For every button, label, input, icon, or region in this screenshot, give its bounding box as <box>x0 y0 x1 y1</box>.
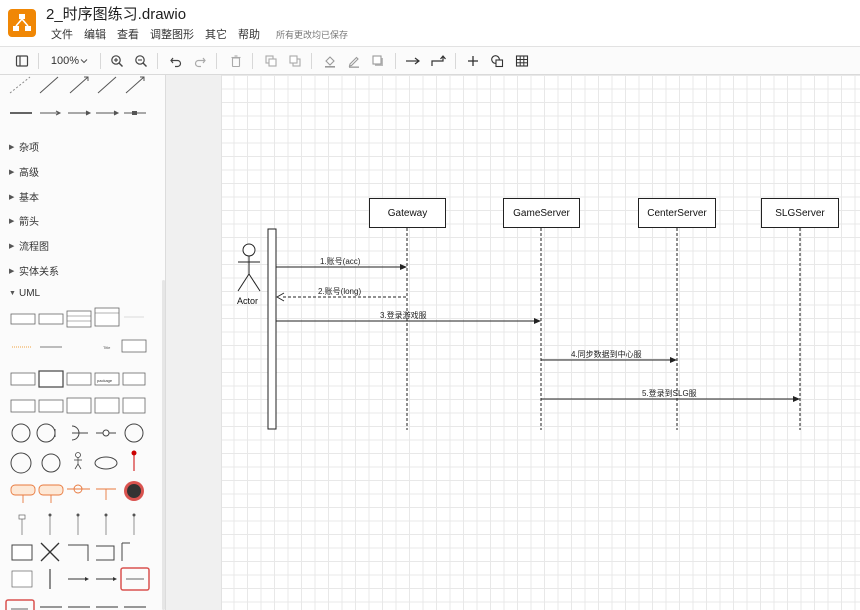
uml-shapes-palette[interactable]: Title package <box>0 303 160 610</box>
actor-figure <box>237 243 261 292</box>
svg-text:Title: Title <box>103 345 111 350</box>
caret-right-icon: ▶ <box>9 168 15 176</box>
caret-right-icon: ▶ <box>9 143 15 151</box>
zoom-dropdown[interactable]: 100% <box>48 52 92 70</box>
chevron-down-icon <box>80 59 88 64</box>
message-2-label[interactable]: 2.账号(long) <box>318 286 361 297</box>
line-color-icon[interactable] <box>345 52 363 70</box>
toolbar: 100% <box>0 46 860 75</box>
section-advanced[interactable]: ▶ 高级 <box>9 164 39 179</box>
section-misc[interactable]: ▶ 杂项 <box>9 139 39 154</box>
drawio-app: 2_时序图练习.drawio 文件 编辑 查看 调整图形 其它 帮助 所有更改均… <box>0 0 860 610</box>
section-label: 箭头 <box>19 217 39 228</box>
save-status[interactable]: 所有更改均已保存 <box>276 28 348 41</box>
drawio-logo[interactable] <box>8 9 36 37</box>
to-front-icon[interactable] <box>262 52 280 70</box>
connector-shapes-palette[interactable] <box>0 75 160 123</box>
caret-right-icon: ▶ <box>9 217 15 225</box>
caret-right-icon: ▶ <box>9 242 15 250</box>
section-label: 实体关系 <box>19 267 59 278</box>
insert-plus-icon[interactable] <box>464 52 482 70</box>
message-5-label[interactable]: 5.登录到SLG服 <box>642 388 697 399</box>
redo-icon[interactable] <box>191 52 209 70</box>
sidebar-toggle-icon[interactable] <box>13 52 31 70</box>
menu-view[interactable]: 查看 <box>117 26 139 42</box>
section-uml[interactable]: ▼ UML <box>9 288 40 299</box>
menu-help[interactable]: 帮助 <box>238 26 260 42</box>
diagram-canvas[interactable]: Gateway GameServer CenterServer SLGServe… <box>166 75 860 610</box>
caret-right-icon: ▶ <box>9 193 15 201</box>
section-label: 杂项 <box>19 143 39 154</box>
caret-down-icon: ▼ <box>9 290 16 297</box>
toolbar-divider <box>311 53 312 69</box>
connection-arrow-icon[interactable] <box>404 52 422 70</box>
zoom-out-icon[interactable] <box>132 52 150 70</box>
message-1-label[interactable]: 1.账号(acc) <box>320 256 360 267</box>
actor-activation-bar <box>267 228 277 430</box>
shapes-icon[interactable] <box>488 52 506 70</box>
undo-icon[interactable] <box>167 52 185 70</box>
message-4-label[interactable]: 4.同步数据到中心服 <box>571 349 642 360</box>
section-label: 基本 <box>19 193 39 204</box>
svg-text:package: package <box>97 378 113 383</box>
document-title[interactable]: 2_时序图练习.drawio <box>46 3 186 24</box>
waypoints-icon[interactable] <box>429 52 447 70</box>
toolbar-divider <box>216 53 217 69</box>
menu-bar: 文件 编辑 查看 调整图形 其它 帮助 <box>51 26 271 42</box>
zoom-in-icon[interactable] <box>108 52 126 70</box>
zoom-level: 100% <box>50 55 80 67</box>
actor-label[interactable]: Actor <box>237 296 258 306</box>
section-entity-relation[interactable]: ▶ 实体关系 <box>9 263 59 278</box>
toolbar-divider <box>395 53 396 69</box>
toolbar-divider <box>157 53 158 69</box>
delete-icon[interactable] <box>227 52 245 70</box>
fill-color-icon[interactable] <box>321 52 339 70</box>
toolbar-divider <box>455 53 456 69</box>
table-icon[interactable] <box>513 52 531 70</box>
sequence-diagram-lines <box>237 228 801 430</box>
toolbar-divider <box>38 53 39 69</box>
app-header: 2_时序图练习.drawio 文件 编辑 查看 调整图形 其它 帮助 所有更改均… <box>0 0 860 46</box>
to-back-icon[interactable] <box>286 52 304 70</box>
section-flowchart[interactable]: ▶ 流程图 <box>9 238 49 253</box>
section-label: UML <box>19 288 41 299</box>
toolbar-divider <box>100 53 101 69</box>
shape-library-sidebar[interactable]: ▶ 杂项 ▶ 高级 ▶ 基本 ▶ 箭头 ▶ 流程图 ▶ 实体关系 ▼ UML Title pa… <box>0 75 166 610</box>
message-3-label[interactable]: 3.登录游戏服 <box>380 310 427 321</box>
menu-file[interactable]: 文件 <box>51 26 73 42</box>
section-arrows[interactable]: ▶ 箭头 <box>9 213 39 228</box>
caret-right-icon: ▶ <box>9 267 15 275</box>
canvas-page-margin <box>166 75 222 610</box>
section-label: 高级 <box>19 168 39 179</box>
shadow-icon[interactable] <box>369 52 387 70</box>
menu-arrange[interactable]: 调整图形 <box>150 26 194 42</box>
section-label: 流程图 <box>19 242 49 253</box>
menu-edit[interactable]: 编辑 <box>84 26 106 42</box>
sidebar-scrollbar[interactable] <box>162 280 165 610</box>
section-basic[interactable]: ▶ 基本 <box>9 189 39 204</box>
menu-extras[interactable]: 其它 <box>205 26 227 42</box>
toolbar-divider <box>252 53 253 69</box>
